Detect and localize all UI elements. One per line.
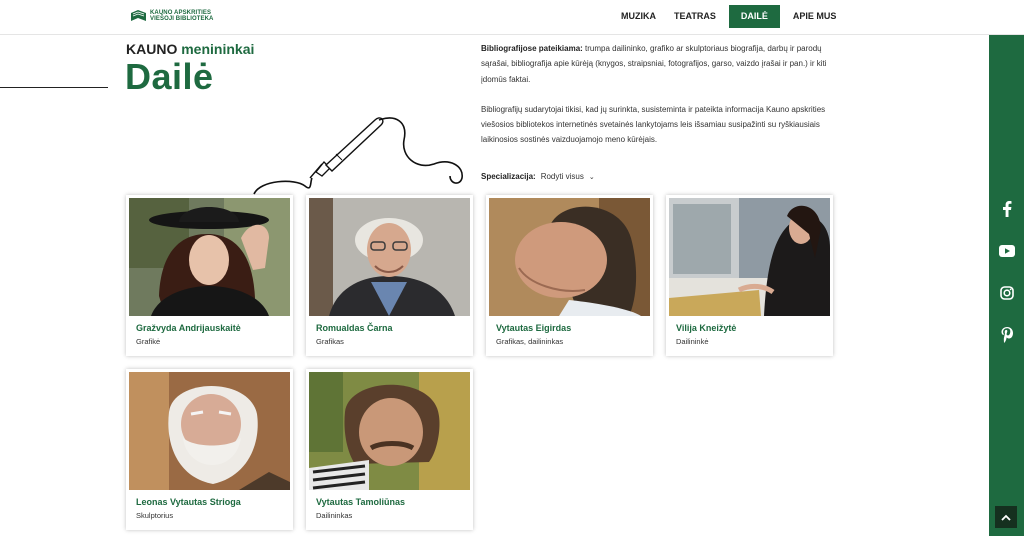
artist-role: Dailininkas — [316, 511, 353, 520]
artist-card-andrijauskaite[interactable]: Gražvyda Andrijauskaitė Grafikė — [126, 195, 293, 356]
pinterest-icon[interactable] — [989, 325, 1024, 345]
specialization-select[interactable]: Rodyti visus ⌄ — [539, 170, 599, 183]
page-kicker: KAUNO menininkai — [126, 41, 254, 57]
artist-photo — [309, 198, 470, 316]
artist-name: Vytautas Eigirdas — [496, 323, 572, 333]
artist-card-strioga[interactable]: Leonas Vytautas Strioga Skulptorius — [126, 369, 293, 530]
intro-bold-lead: Bibliografijose pateikiama: — [481, 44, 583, 53]
nav-item-muzika[interactable]: MUZIKA — [612, 5, 665, 28]
artist-photo — [309, 372, 470, 490]
filter-label: Specializacija: — [481, 172, 536, 181]
site-header: KAUNO APSKRITIES VIEŠOJI BIBLIOTEKA MUZI… — [0, 0, 1024, 35]
artist-role: Grafikas, dailininkas — [496, 337, 564, 346]
artist-card-tamoliunas[interactable]: Vytautas Tamoliūnas Dailininkas — [306, 369, 473, 530]
artist-role: Grafikas — [316, 337, 344, 346]
specialization-filter: Specializacija: Rodyti visus ⌄ — [481, 170, 599, 183]
artist-photo — [129, 372, 290, 490]
chevron-up-icon — [1001, 514, 1011, 521]
filter-selected-value: Rodyti visus — [540, 172, 584, 181]
logo-text: KAUNO APSKRITIES VIEŠOJI BIBLIOTEKA — [150, 10, 213, 22]
paintbrush-illustration — [253, 117, 463, 195]
artist-photo — [669, 198, 830, 316]
youtube-icon[interactable] — [989, 241, 1024, 261]
scroll-to-top-button[interactable] — [995, 506, 1017, 528]
artist-role: Grafikė — [136, 337, 161, 346]
artist-name: Leonas Vytautas Strioga — [136, 497, 241, 507]
logo-book-icon — [131, 10, 146, 21]
artist-card-kneizyte[interactable]: Vilija Kneižytė Dailininkė — [666, 195, 833, 356]
artist-photo — [489, 198, 650, 316]
social-sidebar — [989, 35, 1024, 536]
nav-item-teatras[interactable]: TEATRAS — [665, 5, 725, 28]
intro-text: Bibliografijose pateikiama: trumpa daili… — [481, 41, 836, 148]
nav-item-apie-mus[interactable]: APIE MUS — [784, 5, 846, 28]
artist-card-carna[interactable]: Romualdas Čarna Grafikas — [306, 195, 473, 356]
artist-photo — [129, 198, 290, 316]
artist-name: Romualdas Čarna — [316, 323, 393, 333]
artist-card-eigirdas[interactable]: Vytautas Eigirdas Grafikas, dailininkas — [486, 195, 653, 356]
artist-name: Vytautas Tamoliūnas — [316, 497, 406, 507]
nav-item-daile[interactable]: DAILĖ — [728, 5, 780, 28]
artist-role: Skulptorius — [136, 511, 174, 520]
intro-paragraph-2: Bibliografijų sudarytojai tikisi, kad jų… — [481, 104, 826, 145]
instagram-icon[interactable] — [989, 283, 1024, 303]
chevron-down-icon: ⌄ — [588, 173, 595, 181]
page-title: Dailė — [125, 56, 214, 97]
library-logo[interactable]: KAUNO APSKRITIES VIEŠOJI BIBLIOTEKA — [130, 9, 213, 23]
kicker-suffix: menininkai — [181, 41, 255, 57]
intro-paragraph-1: Bibliografijose pateikiama: trumpa daili… — [481, 41, 836, 87]
facebook-icon[interactable] — [989, 199, 1024, 219]
logo-line-2: VIEŠOJI BIBLIOTEKA — [150, 16, 214, 22]
decorative-line — [0, 87, 108, 88]
artist-role: Dailininkė — [676, 337, 709, 346]
main-nav: MUZIKA TEATRAS DAILĖ APIE MUS — [612, 5, 845, 28]
artist-name: Gražvyda Andrijauskaitė — [136, 323, 241, 333]
kicker-prefix: KAUNO — [126, 41, 178, 57]
artist-name: Vilija Kneižytė — [676, 323, 737, 333]
